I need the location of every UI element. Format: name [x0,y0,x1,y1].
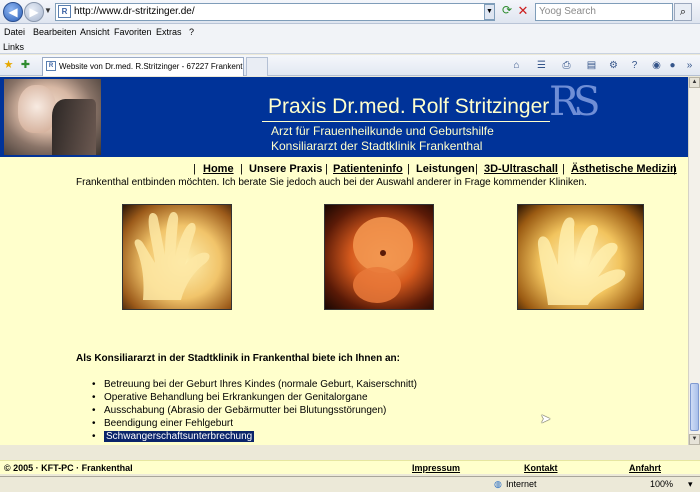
site-subtitle: Arzt für Frauenheilkunde und Geburtshilf… [271,124,494,138]
nav-leistungen[interactable]: Leistungen [416,162,475,176]
menu-bar: Datei Bearbeiten Ansicht Favoriten Extra… [0,24,700,40]
services-list: Betreuung bei der Geburt Ihres Kindes (n… [92,378,417,443]
site-favicon-icon: R [58,5,71,18]
zoom-dropdown-icon[interactable]: ▾ [688,477,693,492]
menu-favoriten[interactable]: Favoriten [114,24,152,40]
scroll-down-arrow-icon[interactable]: ▼ [689,434,700,445]
site-header: Praxis Dr.med. Rolf Stritzinger Arzt für… [0,77,688,157]
new-tab-button[interactable] [246,57,268,76]
recent-pages-dropdown[interactable]: ▼ [44,6,52,15]
mouse-cursor-icon: ➤ [540,411,551,426]
services-heading: Als Konsiliararzt in der Stadtklinik in … [76,353,400,364]
links-label[interactable]: Links [3,42,24,52]
research-icon[interactable]: ◉ [650,59,663,72]
copyright-text: © 2005 · KFT-PC · Frankenthal [4,463,133,473]
page-viewport: Praxis Dr.med. Rolf Stritzinger Arzt für… [0,77,688,445]
back-button[interactable]: ◀ [3,2,23,22]
menu-extras[interactable]: Extras [156,24,182,40]
header-photo [4,79,101,155]
address-input[interactable]: R http://www.dr-stritzinger.de/ [55,3,495,21]
list-item: Ausschabung (Abrasio der Gebärmutter bei… [92,404,417,417]
help-icon[interactable]: ? [628,59,641,72]
scroll-thumb[interactable] [690,383,699,431]
globe-icon: ◍ [494,479,502,489]
nav-aesthetische-medizin[interactable]: Ästhetische Medizin [571,162,677,176]
address-bar-row: ◀ ▶ ▼ R http://www.dr-stritzinger.de/ ▼ … [0,0,700,24]
list-item: Betreuung bei der Geburt Ihres Kindes (n… [92,378,417,391]
messenger-icon[interactable]: ● [666,59,679,72]
nav-patienteninfo[interactable]: Patienteninfo [333,162,403,176]
links-bar: Links [0,40,700,54]
zoom-level[interactable]: 100% [650,477,673,492]
search-input[interactable]: Yoog Search [535,3,673,21]
scroll-up-arrow-icon[interactable]: ▲ [689,77,700,88]
nav-3d-ultraschall[interactable]: 3D-Ultraschall [484,162,558,176]
nav-home[interactable]: Home [203,162,234,176]
tools-gear-icon[interactable]: ⚙ [607,59,620,72]
tab-bar: ★ ✚ R Website von Dr.med. R.Stritzinger … [0,55,700,76]
anfahrt-link[interactable]: Anfahrt [629,461,661,475]
home-icon[interactable]: ⌂ [510,59,523,72]
page-icon[interactable]: ▤ [585,59,598,72]
ultrasound-hand-image [122,204,232,310]
intro-paragraph: Frankenthal entbinden möchten. Ich berat… [76,177,587,188]
nav-unsere-praxis[interactable]: Unsere Praxis [249,162,322,176]
site-subtitle-2: Konsiliararzt der Stadtklinik Frankentha… [271,139,483,153]
address-text: http://www.dr-stritzinger.de/ [74,6,195,17]
menu-ansicht[interactable]: Ansicht [80,24,110,40]
favorites-star-icon[interactable]: ★ [2,59,15,72]
menu-help[interactable]: ? [189,24,194,40]
ultrasound-foot-image [517,204,644,310]
address-dropdown-button[interactable]: ▼ [484,4,495,20]
toolbar-overflow-icon[interactable]: » [683,59,696,72]
list-item-selected: Schwangerschaftsunterbrechung [92,430,417,443]
site-footer: © 2005 · KFT-PC · Frankenthal Impressum … [0,460,700,474]
site-title: Praxis Dr.med. Rolf Stritzinger [268,95,550,118]
refresh-icon[interactable]: ⟳ [500,4,514,18]
kontakt-link[interactable]: Kontakt [524,461,558,475]
add-favorite-icon[interactable]: ✚ [19,59,32,72]
list-item: Beendigung einer Fehlgeburt [92,417,417,430]
tab-title: Website von Dr.med. R.Stritzinger - 6722… [59,62,244,71]
status-bar: ◍ Internet 100% ▾ [0,476,700,492]
menu-bearbeiten[interactable]: Bearbeiten [33,24,77,40]
stop-icon[interactable]: ✕ [516,4,530,18]
vertical-scrollbar[interactable]: ▲ ▼ [688,77,700,445]
site-navigation: | Home | Unsere Praxis | Patienteninfo |… [193,162,677,176]
forward-button[interactable]: ▶ [24,2,44,22]
list-item: Operative Behandlung bei Erkrankungen de… [92,391,417,404]
search-icon[interactable]: ⌕ [674,3,692,21]
print-icon[interactable]: ⎙ [560,59,573,72]
tab-favicon-icon: R [46,61,56,71]
rs-logo: RS [549,79,600,125]
impressum-link[interactable]: Impressum [412,461,460,475]
tab-active[interactable]: R Website von Dr.med. R.Stritzinger - 67… [42,57,244,76]
menu-datei[interactable]: Datei [4,24,25,40]
ultrasound-fetus-image [324,204,434,310]
security-zone: Internet [506,479,537,489]
feeds-icon[interactable]: ☰ [535,59,548,72]
